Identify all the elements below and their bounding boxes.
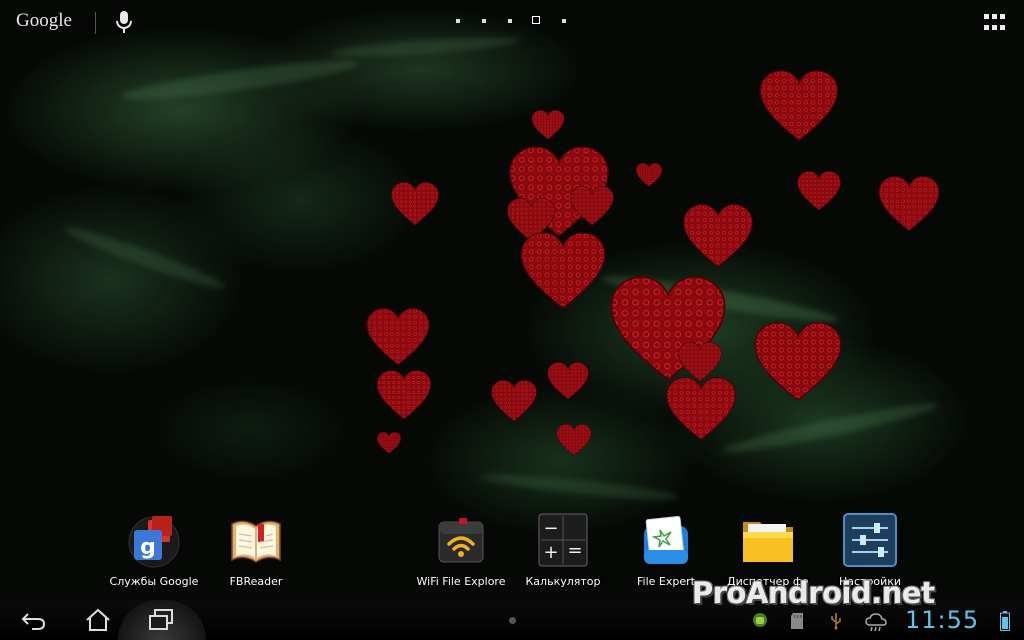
- app-label: WiFi File Explore: [416, 575, 506, 588]
- watermark-text: ProAndroid.net: [692, 576, 935, 610]
- heart: [531, 110, 565, 140]
- calculator-icon: − + =: [538, 513, 588, 567]
- usb-icon[interactable]: [828, 612, 844, 630]
- weather-icon[interactable]: [864, 612, 888, 632]
- folder-icon: [743, 522, 793, 562]
- heart: [759, 70, 839, 142]
- app-calculator[interactable]: − + = Калькулятор: [515, 512, 611, 588]
- heart: [635, 163, 663, 187]
- heart: [547, 362, 589, 400]
- home-page-indicator-dot: [509, 617, 516, 624]
- sd-card-icon[interactable]: [790, 612, 804, 630]
- fbreader-book-icon: [231, 520, 281, 563]
- recent-apps-icon[interactable]: [147, 608, 175, 632]
- svg-text:−: −: [543, 518, 558, 539]
- heart: [797, 171, 841, 211]
- app-google-services[interactable]: g Службы Google: [106, 512, 202, 588]
- heart: [366, 308, 430, 366]
- app-label: Службы Google: [109, 575, 199, 588]
- heart: [376, 370, 432, 420]
- heart: [754, 322, 842, 401]
- status-clock[interactable]: 11:55: [905, 606, 979, 634]
- heart: [520, 232, 606, 309]
- heart: [491, 380, 537, 422]
- wifi-file-explorer-icon: [438, 518, 484, 563]
- app-label: FBReader: [229, 575, 283, 588]
- app-fbreader[interactable]: FBReader: [208, 512, 304, 588]
- heart: [666, 377, 736, 441]
- svg-text:=: =: [567, 540, 582, 561]
- battery-icon[interactable]: [1000, 611, 1010, 631]
- android-notification-icon[interactable]: [752, 612, 768, 628]
- heart: [878, 176, 940, 232]
- settings-sliders-icon: [843, 513, 897, 567]
- heart: [683, 204, 753, 268]
- app-label: Калькулятор: [525, 575, 601, 588]
- svg-text:g: g: [140, 535, 156, 560]
- svg-text:+: +: [543, 542, 558, 563]
- heart: [556, 424, 592, 456]
- file-expert-icon: [644, 516, 688, 564]
- back-icon[interactable]: [20, 608, 48, 632]
- home-screen[interactable]: Google g Службы Google FBReader WiFi Fil…: [0, 0, 1024, 640]
- google-services-icon: g: [128, 516, 180, 568]
- app-wifi-file-explorer[interactable]: WiFi File Explore: [413, 512, 509, 588]
- home-icon[interactable]: [84, 608, 112, 632]
- heart: [391, 182, 439, 226]
- heart: [377, 432, 401, 454]
